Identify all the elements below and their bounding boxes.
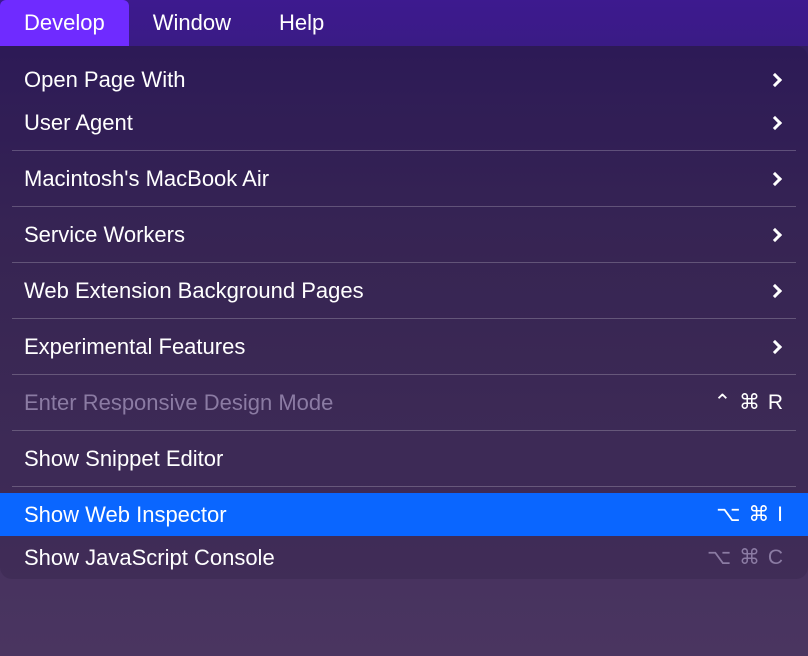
menu-separator <box>12 374 796 375</box>
menu-item-enter-responsive-design-mode: Enter Responsive Design Mode⌃ ⌘ R <box>0 381 808 424</box>
menu-item-web-extension-background-pages[interactable]: Web Extension Background Pages <box>0 269 808 312</box>
menu-separator <box>12 150 796 151</box>
menu-label: User Agent <box>24 110 770 136</box>
menu-right <box>770 118 784 128</box>
menu-item-show-web-inspector[interactable]: Show Web Inspector⌥ ⌘ I <box>0 493 808 536</box>
menu-shortcut: ⌃ ⌘ R <box>714 390 784 415</box>
menubar-label: Help <box>279 10 324 36</box>
menu-separator <box>12 262 796 263</box>
menu-label: Show Snippet Editor <box>24 446 784 472</box>
menu-label: Service Workers <box>24 222 770 248</box>
menu-item-user-agent[interactable]: User Agent <box>0 101 808 144</box>
menu-label: Open Page With <box>24 67 770 93</box>
menu-separator <box>12 430 796 431</box>
menu-right: ⌥ ⌘ I <box>716 502 784 527</box>
chevron-right-icon <box>768 171 782 185</box>
menu-item-macintosh-s-macbook-air[interactable]: Macintosh's MacBook Air <box>0 157 808 200</box>
menu-right: ⌥ ⌘ C <box>707 545 784 570</box>
menu-item-experimental-features[interactable]: Experimental Features <box>0 325 808 368</box>
menu-right <box>770 174 784 184</box>
menu-label: Show Web Inspector <box>24 502 716 528</box>
menu-shortcut: ⌥ ⌘ I <box>716 502 784 527</box>
chevron-right-icon <box>768 72 782 86</box>
chevron-right-icon <box>768 227 782 241</box>
menu-separator <box>12 206 796 207</box>
menu-label: Experimental Features <box>24 334 770 360</box>
menu-label: Show JavaScript Console <box>24 545 707 571</box>
menu-separator <box>12 318 796 319</box>
menubar-item-window[interactable]: Window <box>129 0 255 46</box>
menu-right <box>770 230 784 240</box>
menu-shortcut: ⌥ ⌘ C <box>707 545 784 570</box>
menubar-label: Develop <box>24 10 105 36</box>
menu-item-show-javascript-console[interactable]: Show JavaScript Console⌥ ⌘ C <box>0 536 808 579</box>
menu-right <box>770 286 784 296</box>
menubar-item-develop[interactable]: Develop <box>0 0 129 46</box>
develop-dropdown: Open Page With User Agent Macintosh's MacB… <box>0 46 808 579</box>
menu-label: Macintosh's MacBook Air <box>24 166 770 192</box>
menu-right <box>770 75 784 85</box>
menu-label: Web Extension Background Pages <box>24 278 770 304</box>
menu-item-service-workers[interactable]: Service Workers <box>0 213 808 256</box>
menubar-item-help[interactable]: Help <box>255 0 348 46</box>
chevron-right-icon <box>768 115 782 129</box>
menubar: Develop Window Help <box>0 0 808 46</box>
menu-item-show-snippet-editor[interactable]: Show Snippet Editor <box>0 437 808 480</box>
menu-right <box>770 342 784 352</box>
menubar-label: Window <box>153 10 231 36</box>
menu-separator <box>12 486 796 487</box>
menu-right: ⌃ ⌘ R <box>714 390 784 415</box>
menu-label: Enter Responsive Design Mode <box>24 390 714 416</box>
chevron-right-icon <box>768 283 782 297</box>
menu-item-open-page-with[interactable]: Open Page With <box>0 58 808 101</box>
chevron-right-icon <box>768 339 782 353</box>
